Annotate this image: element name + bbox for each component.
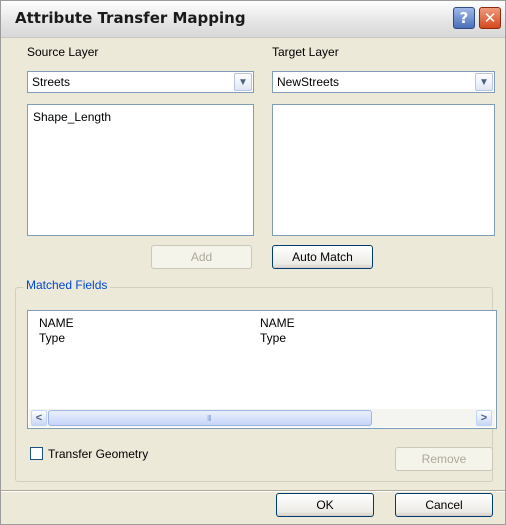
close-icon[interactable]: ✕	[479, 7, 501, 29]
cancel-button[interactable]: Cancel	[395, 493, 493, 517]
remove-button[interactable]: Remove	[395, 447, 493, 471]
matched-source-field[interactable]: Type	[39, 331, 65, 345]
scrollbar-thumb[interactable]: III	[48, 410, 372, 426]
matched-fields-title: Matched Fields	[23, 278, 111, 292]
transfer-geometry-checkbox[interactable]	[30, 447, 43, 460]
title-bar[interactable]: Attribute Transfer Mapping ? ✕	[1, 1, 505, 38]
source-layer-value: Streets	[32, 75, 71, 89]
attribute-transfer-mapping-dialog: Attribute Transfer Mapping ? ✕ Source La…	[0, 0, 506, 525]
dialog-title: Attribute Transfer Mapping	[15, 9, 246, 27]
help-icon[interactable]: ?	[453, 7, 475, 29]
chevron-down-icon[interactable]: ▼	[475, 73, 493, 91]
source-fields-list[interactable]: Shape_Length	[27, 104, 254, 236]
add-button[interactable]: Add	[151, 245, 252, 269]
source-layer-label: Source Layer	[27, 45, 99, 59]
ok-button[interactable]: OK	[276, 493, 374, 517]
target-layer-select[interactable]: NewStreets ▼	[272, 71, 495, 93]
target-fields-list[interactable]	[272, 104, 495, 236]
matched-target-field[interactable]: Type	[260, 331, 286, 345]
chevron-down-icon[interactable]: ▼	[234, 73, 252, 91]
matched-source-field[interactable]: NAME	[39, 316, 74, 330]
scrollbar-grip: III	[207, 414, 212, 423]
matched-target-field[interactable]: NAME	[260, 316, 295, 330]
scroll-left-icon[interactable]: <	[31, 410, 47, 426]
target-layer-label: Target Layer	[272, 45, 339, 59]
list-item[interactable]: Shape_Length	[33, 110, 111, 124]
target-layer-value: NewStreets	[277, 75, 340, 89]
horizontal-scrollbar[interactable]: < III >	[29, 409, 495, 427]
scroll-right-icon[interactable]: >	[476, 410, 492, 426]
transfer-geometry-label[interactable]: Transfer Geometry	[48, 447, 148, 461]
footer-divider	[1, 490, 505, 492]
auto-match-button[interactable]: Auto Match	[272, 245, 373, 269]
source-layer-select[interactable]: Streets ▼	[27, 71, 254, 93]
